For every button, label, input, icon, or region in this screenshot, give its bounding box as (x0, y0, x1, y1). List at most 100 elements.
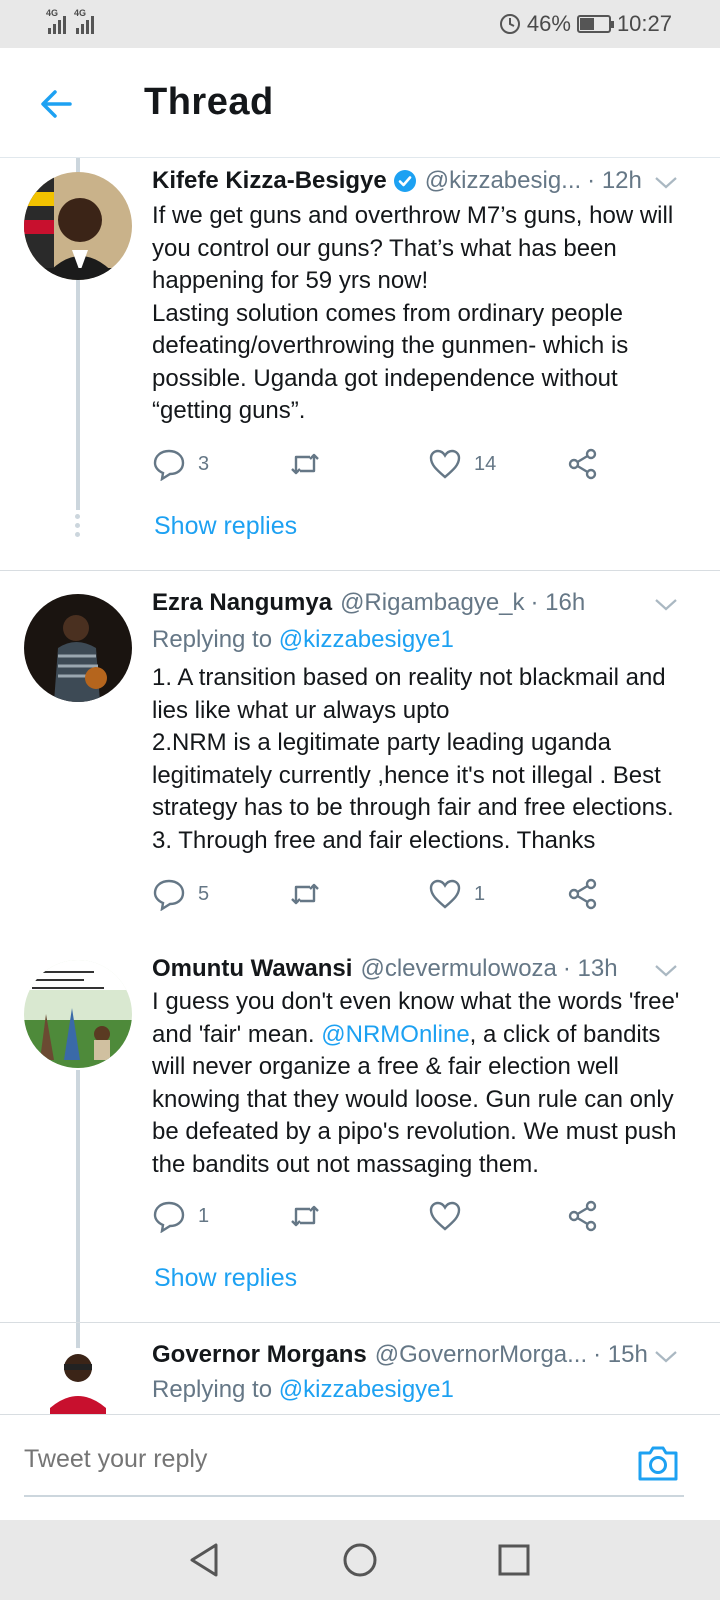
replying-to-mention[interactable]: @kizzabesigye1 (279, 626, 454, 653)
circle-home-icon (343, 1543, 377, 1577)
chevron-down-icon[interactable] (652, 956, 680, 984)
retweet-button[interactable] (288, 874, 322, 914)
nav-recents-button[interactable] (494, 1540, 534, 1580)
tweet-text-line: defeating/overthrowing the gunmen- which… (152, 332, 629, 359)
tweet-header: Kifefe Kizza-Besigye @kizzabesig... · 12… (152, 164, 680, 198)
header: Thread (0, 48, 720, 158)
heart-icon (429, 879, 461, 909)
divider (0, 1322, 720, 1323)
mention-link[interactable]: @NRMOnline (321, 1021, 469, 1048)
author-name[interactable]: Omuntu Wawansi (152, 955, 352, 983)
status-right: 46% 10:27 (499, 11, 672, 37)
tweet-text: 1. A transition based on reality not bla… (152, 662, 697, 857)
retweet-icon (291, 883, 319, 905)
retweet-button[interactable] (288, 1196, 322, 1236)
tweet-actions: 1 (152, 1196, 612, 1236)
battery-icon (576, 15, 614, 33)
tweet-actions: 5 1 (152, 874, 612, 914)
triangle-back-icon (190, 1543, 218, 1577)
author-handle[interactable]: @Rigambagye_k (340, 589, 524, 617)
signal-indicators: 4G 4G (46, 8, 94, 34)
avatar[interactable] (24, 1348, 132, 1414)
nav-back-button[interactable] (186, 1540, 226, 1580)
reply-button[interactable]: 5 (152, 874, 209, 914)
chevron-down-icon[interactable] (652, 1342, 680, 1370)
tweet-time: · 15h (593, 1341, 648, 1368)
share-icon (568, 878, 597, 910)
avatar[interactable] (24, 172, 132, 280)
status-bar: 4G 4G 46% 10:27 (0, 0, 720, 48)
like-count: 14 (474, 452, 497, 475)
page-title: Thread (144, 81, 274, 123)
show-replies-link[interactable]: Show replies (154, 1264, 297, 1293)
author-name[interactable]: Kifefe Kizza-Besigye (152, 167, 387, 195)
like-button[interactable] (428, 1196, 462, 1236)
reply-count: 5 (198, 882, 210, 905)
chevron-down-icon[interactable] (652, 590, 680, 618)
thread-list[interactable]: Kifefe Kizza-Besigye @kizzabesig... · 12… (0, 158, 720, 1414)
signal-icon: 4G (46, 8, 66, 34)
tweet-text-segment: , a click of bandits (469, 1020, 661, 1048)
tweet-header: Ezra Nangumya @Rigambagye_k · 16h (152, 586, 680, 620)
reply-button[interactable]: 3 (152, 444, 209, 484)
network-type-label: 4G (46, 8, 59, 18)
thread-more-dots (75, 514, 81, 541)
replying-to-label: Replying to (152, 1376, 273, 1403)
tweet-time: · 12h (587, 167, 642, 194)
comment-icon (153, 449, 185, 481)
tweet-header: Omuntu Wawansi @clevermulowoza · 13h (152, 952, 680, 986)
tweet-text-line: Lasting solution comes from ordinary peo… (152, 299, 623, 327)
reply-button[interactable]: 1 (152, 1196, 209, 1236)
tweet-text-segment: and 'fair' mean. (152, 1020, 322, 1048)
tweet-text-line: 3. Through free and fair elections. Than… (152, 826, 596, 854)
show-replies-link[interactable]: Show replies (154, 512, 297, 541)
replying-to-mention[interactable]: @kizzabesigye1 (279, 1376, 454, 1403)
retweet-icon (291, 1205, 319, 1227)
author-name[interactable]: Governor Morgans (152, 1341, 367, 1369)
back-button[interactable] (36, 84, 76, 124)
verified-badge-icon (393, 170, 416, 192)
retweet-icon (291, 453, 319, 475)
comment-icon (153, 1201, 185, 1233)
reply-count: 1 (198, 1204, 210, 1227)
tweet-text-line: “getting guns”. (152, 397, 306, 424)
data-saver-icon (499, 14, 520, 34)
tweet-text-line: you control our guns? That’s what has be… (152, 234, 617, 262)
chevron-down-icon[interactable] (652, 168, 680, 196)
replying-to: Replying to @kizzabesigye1 (152, 626, 454, 654)
clock: 10:27 (616, 11, 672, 36)
tweet-actions: 3 14 (152, 444, 612, 484)
author-name[interactable]: Ezra Nangumya (152, 589, 332, 617)
share-icon (568, 448, 597, 480)
tweet-text-line: happening for 59 yrs now! (152, 267, 429, 294)
share-button[interactable] (566, 444, 600, 484)
tweet-text-line: lies like what ur always upto (152, 696, 450, 724)
divider (0, 570, 720, 571)
tweet-text-line: possible. Uganda got independence withou… (152, 364, 618, 392)
author-handle[interactable]: @kizzabesig... (425, 167, 581, 195)
avatar[interactable] (24, 960, 132, 1068)
retweet-button[interactable] (288, 444, 322, 484)
share-button[interactable] (566, 874, 600, 914)
tweet-text-line: If we get guns and overthrow M7’s guns, … (152, 202, 674, 229)
tweet-text-line: 1. A transition based on reality not bla… (152, 664, 666, 691)
avatar[interactable] (24, 594, 132, 702)
author-handle[interactable]: @clevermulowoza (360, 955, 556, 983)
battery-percent: 46% (526, 11, 571, 36)
like-button[interactable]: 14 (428, 444, 496, 484)
network-type-label: 4G (74, 8, 87, 18)
share-button[interactable] (566, 1196, 600, 1236)
tweet-time: · 16h (530, 589, 586, 616)
tweet-text-line: knowing that they would loose. Gun rule … (152, 1085, 674, 1113)
tweet-text-line: will never organize a free & fair electi… (152, 1053, 619, 1080)
tweet-text-line: the bandits out not massaging them. (152, 1150, 539, 1178)
nav-home-button[interactable] (340, 1540, 380, 1580)
author-handle[interactable]: @GovernorMorga... (375, 1341, 587, 1369)
camera-icon (638, 1446, 678, 1481)
arrow-left-icon (41, 90, 72, 118)
like-button[interactable]: 1 (428, 874, 485, 914)
camera-button[interactable] (636, 1441, 680, 1485)
system-nav-bar (0, 1520, 720, 1600)
reply-input[interactable] (24, 1445, 504, 1474)
reply-composer (0, 1414, 720, 1520)
